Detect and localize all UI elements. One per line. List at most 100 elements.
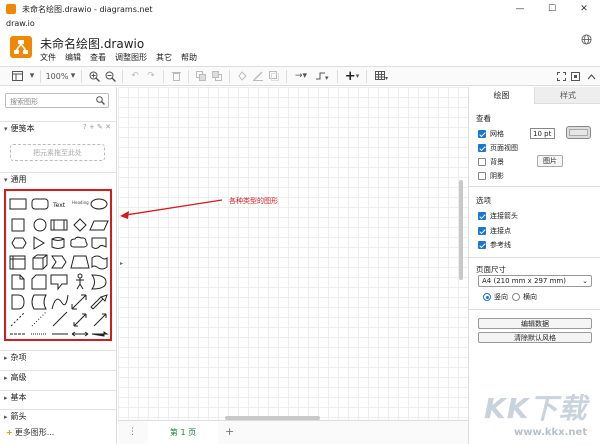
to-front-icon[interactable]: [193, 67, 209, 85]
line-color-icon[interactable]: [250, 67, 266, 85]
add-page-button[interactable]: +: [225, 425, 234, 438]
section-basic[interactable]: ▸ 基本: [0, 390, 117, 404]
annotation-arrow: [120, 199, 223, 219]
tab-page-1[interactable]: 第 1 页: [148, 421, 218, 445]
zoom-level[interactable]: 100%: [45, 67, 69, 85]
drawing-canvas[interactable]: [118, 87, 468, 420]
portrait-radio[interactable]: 竖向: [483, 292, 508, 302]
scratchpad-tools[interactable]: ? + ✎ ✕: [83, 123, 111, 131]
portrait-label: 竖向: [494, 293, 508, 301]
shape-data-storage: [31, 294, 47, 310]
menu-file[interactable]: 文件: [40, 52, 56, 63]
svg-text:▾: ▾: [385, 75, 388, 81]
section-label: 箭头: [10, 412, 27, 421]
waypoint-icon[interactable]: ▾: [311, 67, 333, 85]
redo-icon[interactable]: ↷: [143, 67, 159, 85]
scratchpad-drop-zone[interactable]: 把元素拖至此处: [10, 144, 105, 161]
background-checkbox[interactable]: 背景: [478, 157, 504, 167]
checkbox-unchecked[interactable]: [478, 172, 486, 180]
paper-size-select[interactable]: A4 (210 mm x 297 mm) ⌄: [478, 275, 592, 287]
checkbox-checked[interactable]: [478, 227, 486, 235]
app-icon: [6, 4, 16, 14]
collapse-sidebar-handle[interactable]: ▸: [120, 260, 123, 267]
chevron-down-icon: ⌄: [582, 277, 588, 285]
grid-checkbox[interactable]: 网格: [478, 129, 504, 139]
to-back-icon[interactable]: [209, 67, 225, 85]
guides-checkbox[interactable]: 参考线: [478, 240, 511, 250]
option-label: 连接箭头: [490, 212, 518, 220]
checkbox-checked[interactable]: [478, 212, 486, 220]
grid-color-button[interactable]: [566, 126, 591, 139]
section-general[interactable]: ▾ 通用: [0, 172, 117, 186]
clear-default-style-button[interactable]: 清除默认风格: [478, 332, 592, 343]
chevron-right-icon: ▸: [4, 412, 8, 421]
grid-color-swatch: [569, 129, 588, 136]
more-shapes-button[interactable]: + 更多图形...: [6, 427, 54, 438]
connection-icon[interactable]: →▾: [291, 67, 311, 85]
close-button[interactable]: ✕: [568, 0, 600, 18]
background-image-button[interactable]: 图片: [537, 155, 563, 167]
radio-selected[interactable]: [483, 293, 491, 301]
maximize-button[interactable]: ☐: [536, 0, 568, 18]
shape-cylinder: [51, 237, 65, 249]
format-tabs: 绘图 样式: [469, 87, 600, 104]
toolbar-divider: [163, 69, 164, 83]
watermark: KK下载 www.kkx.net: [478, 387, 600, 444]
drawio-logo-icon: [10, 36, 32, 58]
section-advanced[interactable]: ▸ 高级: [0, 370, 117, 384]
checkbox-checked[interactable]: [478, 241, 486, 249]
shape-ellipse: [90, 198, 108, 210]
collapse-icon[interactable]: [582, 67, 600, 85]
menu-arrange[interactable]: 调整图形: [115, 52, 147, 63]
section-label: 基本: [10, 393, 27, 402]
view-toggle-icon[interactable]: [6, 67, 28, 85]
tab-style[interactable]: 样式: [535, 87, 600, 104]
view-heading: 查看: [476, 114, 491, 123]
pages-menu-icon[interactable]: ⋮: [128, 427, 137, 437]
shape-process: [50, 219, 68, 231]
menu-view[interactable]: 查看: [90, 52, 106, 63]
window-title-bar: 未命名绘图.drawio - diagrams.net — ☐ ✕: [0, 0, 600, 18]
edit-data-button[interactable]: 编辑数据: [478, 318, 592, 329]
vertical-scrollbar[interactable]: [459, 180, 463, 280]
document-filename[interactable]: 未命名绘图.drawio: [40, 35, 144, 52]
chevron-down-icon[interactable]: ▾: [28, 67, 36, 85]
menu-help[interactable]: 帮助: [181, 52, 197, 63]
shape-or: [91, 274, 107, 290]
checkbox-checked[interactable]: [478, 130, 486, 138]
section-arrows[interactable]: ▸ 箭头: [0, 409, 117, 423]
connection-arrows-checkbox[interactable]: 连接箭头: [478, 211, 518, 221]
insert-icon[interactable]: + ▾: [342, 67, 362, 85]
shadow-icon[interactable]: [266, 67, 282, 85]
grid-size-input[interactable]: 10 pt: [530, 128, 555, 139]
minimize-button[interactable]: —: [504, 0, 536, 18]
section-misc[interactable]: ▸ 杂项: [0, 350, 117, 364]
zoom-dropdown-caret[interactable]: ▾: [69, 67, 77, 85]
undo-icon[interactable]: ↶: [127, 67, 143, 85]
shape-dashed-line: [10, 311, 26, 327]
page-view-checkbox[interactable]: 页面视图: [478, 143, 518, 153]
search-icon[interactable]: [96, 96, 105, 107]
tab-diagram[interactable]: 绘图: [469, 87, 535, 104]
menu-edit[interactable]: 编辑: [65, 52, 81, 63]
divider: [469, 257, 600, 258]
delete-icon[interactable]: [168, 67, 184, 85]
globe-icon[interactable]: [581, 34, 592, 47]
zoom-in-icon[interactable]: [86, 67, 102, 85]
menu-extras[interactable]: 其它: [156, 52, 172, 63]
checkbox-checked[interactable]: [478, 144, 486, 152]
fit-icon[interactable]: [568, 67, 582, 85]
section-scratchpad[interactable]: ▾ 便笺本 ? + ✎ ✕: [0, 121, 117, 135]
page-tab-label: 第 1 页: [169, 427, 197, 437]
checkbox-unchecked[interactable]: [478, 158, 486, 166]
fill-color-icon[interactable]: [234, 67, 250, 85]
landscape-radio[interactable]: 横向: [512, 292, 537, 302]
connection-points-checkbox[interactable]: 连接点: [478, 226, 511, 236]
shape-search-input[interactable]: 搜索图形: [5, 93, 109, 108]
table-icon[interactable]: ▾: [371, 67, 391, 85]
zoom-out-icon[interactable]: [102, 67, 118, 85]
shadow-checkbox[interactable]: 阴影: [478, 171, 504, 181]
fullscreen-icon[interactable]: [554, 67, 568, 85]
radio-unselected[interactable]: [512, 293, 520, 301]
shape-rectangle: [9, 198, 27, 210]
